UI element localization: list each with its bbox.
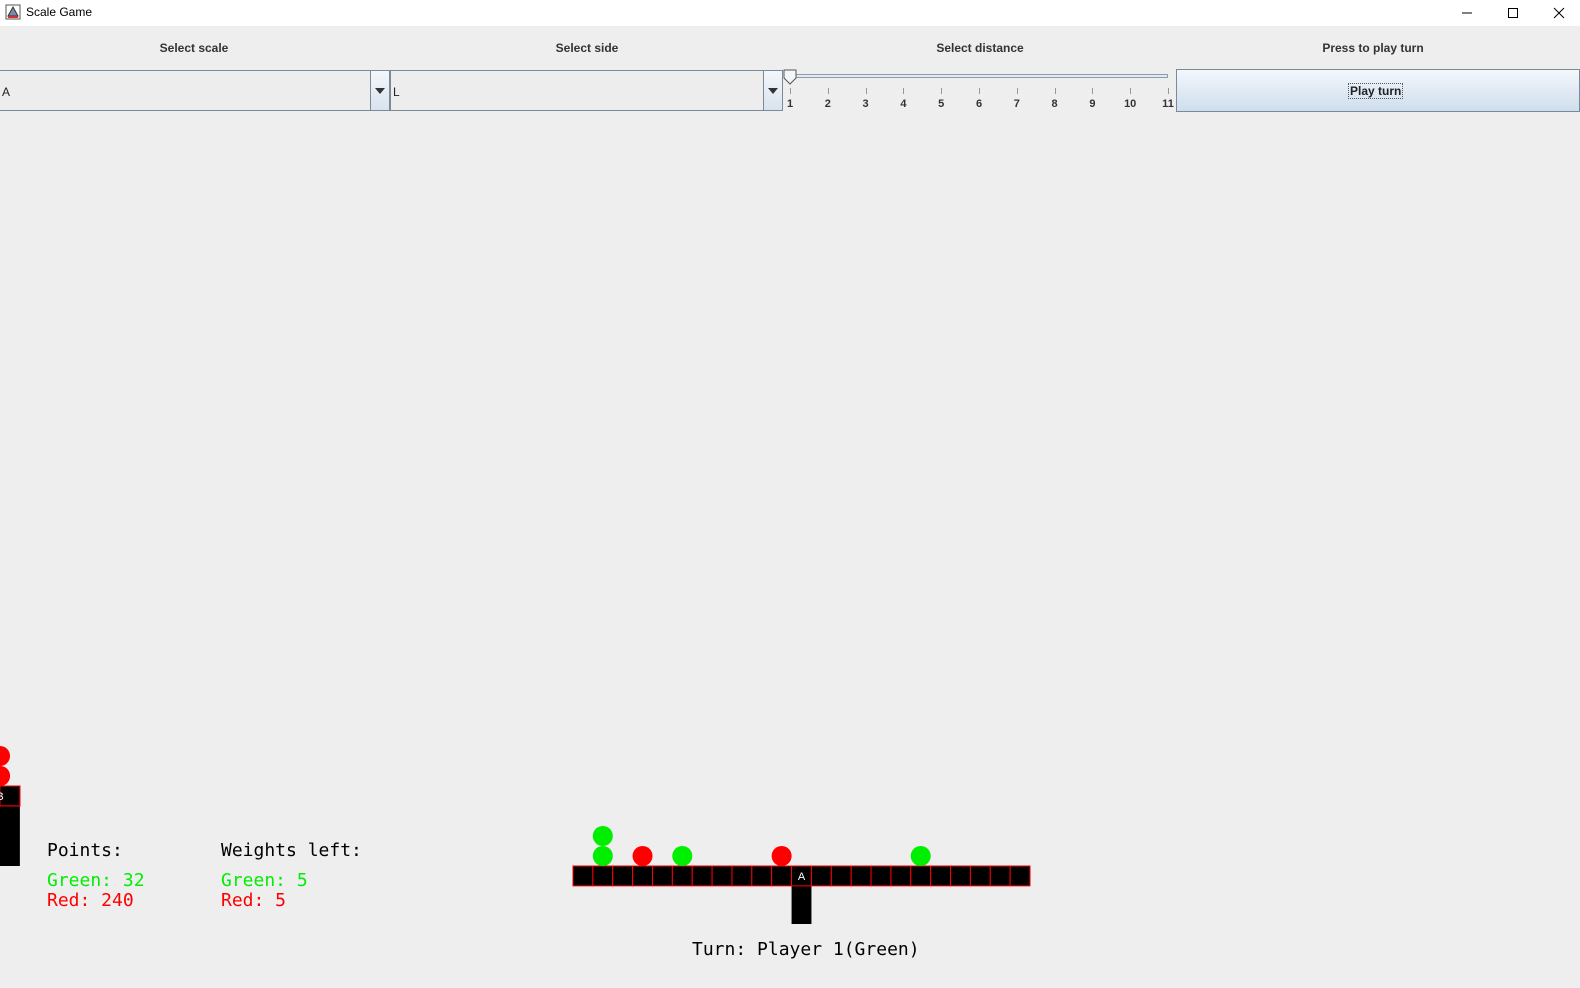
beam-slot [651, 865, 673, 887]
points-green: Green: 32 [47, 870, 145, 891]
turn-indicator: Turn: Player 1(Green) [692, 939, 920, 960]
points-red: Red: 240 [47, 890, 134, 911]
beam-slot [890, 865, 912, 887]
beam-slot [950, 865, 971, 887]
beam-slot [810, 865, 832, 887]
weights-left-red: Red: 5 [221, 890, 287, 911]
beam-slot [632, 865, 653, 887]
pivot-label: B [0, 791, 4, 803]
beam-slot [731, 865, 753, 887]
green-weight [592, 846, 613, 866]
beam-slot [830, 865, 852, 887]
pivot-label: A [798, 871, 806, 883]
beam-slot [612, 865, 634, 887]
beam-slot [711, 865, 733, 887]
beam-slot [930, 865, 952, 887]
beam-slot [850, 865, 872, 887]
beam-slot [572, 865, 594, 887]
points-heading: Points: [47, 840, 123, 861]
beam-slot [751, 865, 773, 887]
green-weight [910, 846, 931, 866]
red-weight [771, 846, 792, 866]
beam-slot [771, 865, 793, 887]
red-weight [0, 746, 10, 766]
beam-slot [969, 865, 991, 887]
beam-slot [671, 865, 693, 887]
green-weight [672, 846, 693, 866]
beam-slot [910, 865, 932, 887]
weights-left-green: Green: 5 [221, 870, 308, 891]
beam-slot [870, 865, 892, 887]
green-weight [592, 826, 613, 846]
beam-slot [989, 865, 1011, 887]
beam-slot [1009, 865, 1031, 887]
red-weight [632, 846, 653, 866]
beam-slot [592, 865, 614, 887]
red-weight [0, 766, 10, 786]
beam-slot [691, 865, 713, 887]
weights-left-heading: Weights left: [221, 840, 362, 861]
